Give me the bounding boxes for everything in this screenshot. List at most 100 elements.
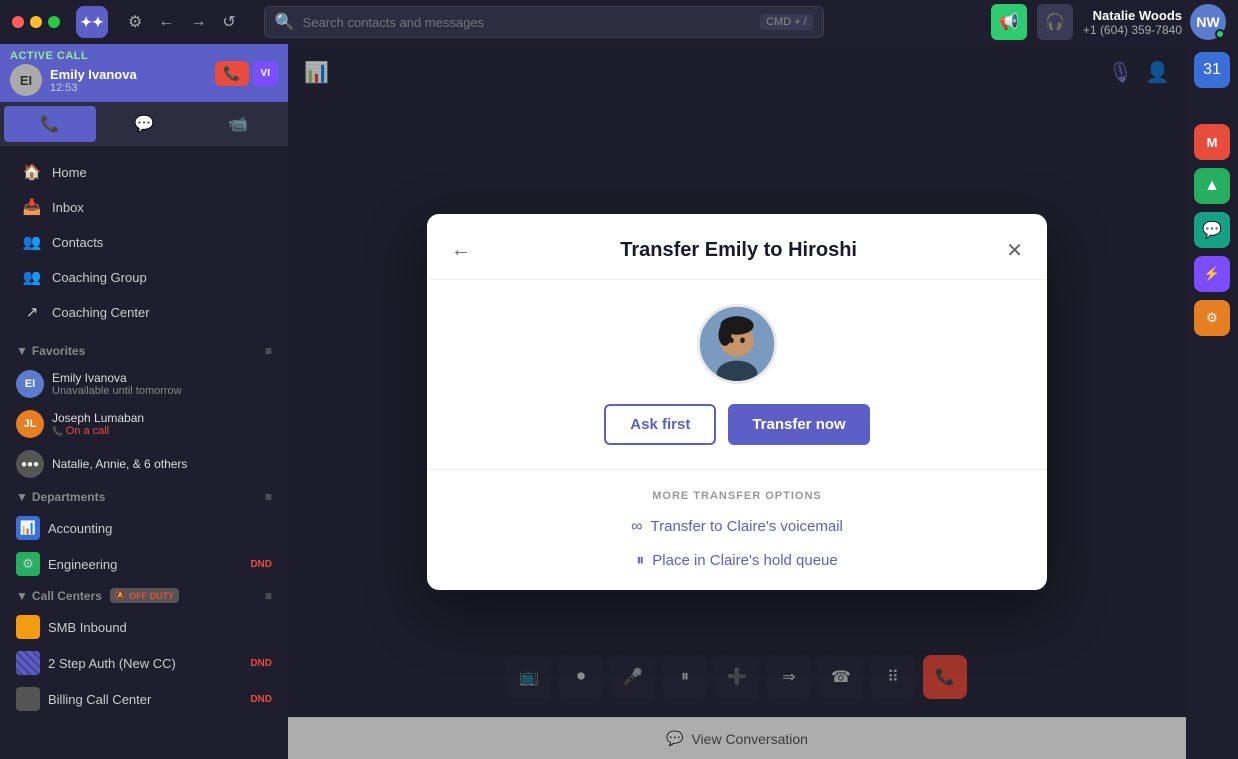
maximize-button[interactable]: [48, 16, 60, 28]
call-tab-video[interactable]: 📹: [192, 106, 284, 142]
settings-button[interactable]: ⚙: [124, 8, 146, 36]
minimize-button[interactable]: [30, 16, 42, 28]
favorites-label: Favorites: [32, 344, 85, 358]
user-info: Natalie Woods +1 (604) 359-7840 NW: [1083, 4, 1226, 40]
hold-queue-option[interactable]: ⏸ Place in Claire's hold queue: [636, 552, 838, 570]
app-logo: ✦✦: [76, 6, 108, 38]
cc-billing[interactable]: Billing Call Center DND: [0, 681, 288, 717]
favorite-emily[interactable]: EI Emily Ivanova Unavailable until tomor…: [0, 364, 288, 404]
transfer-voicemail-option[interactable]: ∞ Transfer to Claire's voicemail: [631, 518, 843, 536]
billing-dnd: DND: [250, 694, 272, 705]
nav-contacts[interactable]: 👥 Contacts: [6, 225, 282, 259]
joseph-avatar: JL: [16, 410, 44, 438]
departments-header[interactable]: ▼ Departments ≡: [0, 484, 288, 510]
dept-engineering[interactable]: ⚙ Engineering DND: [0, 546, 288, 582]
end-call-button[interactable]: 📞: [215, 61, 248, 86]
departments-edit-icon[interactable]: ≡: [265, 490, 272, 504]
ask-first-button[interactable]: Ask first: [604, 404, 716, 445]
active-call-banner: Active Call EI Emily Ivanova 12:53 📞 VI: [0, 44, 288, 102]
inbox-icon: 📥: [22, 198, 42, 216]
call-centers-status: OFF DUTY: [129, 591, 174, 601]
zendesk-icon[interactable]: ⚡: [1194, 256, 1230, 292]
cc-2step[interactable]: 2 Step Auth (New CC) DND: [0, 645, 288, 681]
call-actions: 📞 VI: [215, 61, 278, 86]
traffic-lights: [12, 16, 60, 28]
emily-status: Unavailable until tomorrow: [52, 385, 272, 397]
voicemail-label: Transfer to Claire's voicemail: [651, 518, 843, 535]
transfer-now-button[interactable]: Transfer now: [728, 404, 869, 445]
active-call-label: Active Call: [10, 50, 137, 62]
modal-overlay: ← Transfer Emily to Hiroshi ✕: [288, 44, 1186, 759]
search-bar[interactable]: 🔍 CMD + /: [264, 6, 824, 38]
coaching-group-icon: 👥: [22, 268, 42, 286]
modal-close-button[interactable]: ✕: [1006, 238, 1023, 263]
call-tab-chat[interactable]: 💬: [98, 106, 190, 142]
back-button[interactable]: ←: [154, 9, 178, 35]
call-tab-phone[interactable]: 📞: [4, 106, 96, 142]
hold-label: Place in Claire's hold queue: [652, 552, 837, 569]
search-icon: 🔍: [275, 12, 295, 32]
favorites-edit-icon[interactable]: ≡: [265, 344, 272, 358]
header-right: 📢 🎧 Natalie Woods +1 (604) 359-7840 NW: [991, 4, 1226, 40]
2step-label: 2 Step Auth (New CC): [48, 656, 176, 671]
modal-more-options: MORE TRANSFER OPTIONS ∞ Transfer to Clai…: [427, 469, 1047, 590]
contacts-icon: 👥: [22, 233, 42, 251]
emily-info: Emily Ivanova Unavailable until tomorrow: [52, 371, 272, 397]
chat-icon[interactable]: 💬: [1194, 212, 1230, 248]
favorite-multi[interactable]: ●●● Natalie, Annie, & 6 others: [0, 444, 288, 484]
hold-icon: ⏸: [636, 552, 644, 570]
vi-button[interactable]: VI: [253, 61, 278, 86]
right-sidebar: 31 M ▲ 💬 ⚡ ⚙: [1186, 44, 1238, 759]
emily-name: Emily Ivanova: [52, 371, 272, 385]
hiroshi-avatar: [697, 304, 777, 384]
2step-dnd: DND: [250, 658, 272, 669]
cc-smb[interactable]: SMB Inbound: [0, 609, 288, 645]
close-button[interactable]: [12, 16, 24, 28]
online-badge: [1215, 29, 1225, 39]
user-name: Natalie Woods: [1083, 8, 1182, 23]
modal-actions: Ask first Transfer now: [604, 404, 869, 445]
sidebar: Active Call EI Emily Ivanova 12:53 📞 VI …: [0, 44, 288, 759]
megaphone-button[interactable]: 📢: [991, 4, 1027, 40]
calendar-icon[interactable]: 31: [1194, 52, 1230, 88]
modal-header: ← Transfer Emily to Hiroshi ✕: [427, 214, 1047, 280]
title-bar: ✦✦ ⚙ ← → ↺ 🔍 CMD + / 📢 🎧 Natalie Woods +…: [0, 0, 1238, 44]
call-tabs: 📞 💬 📹: [0, 102, 288, 146]
modal-title: Transfer Emily to Hiroshi: [471, 239, 1006, 262]
modal-body: Ask first Transfer now: [427, 280, 1047, 469]
nav-coaching-center[interactable]: ↗ Coaching Center: [6, 295, 282, 329]
multi-avatar: ●●●: [16, 450, 44, 478]
engineering-icon: ⚙: [16, 552, 40, 576]
headset-button[interactable]: 🎧: [1037, 4, 1073, 40]
favorites-header[interactable]: ▼ Favorites ≡: [0, 338, 288, 364]
joseph-info: Joseph Lumaban On a call: [52, 411, 272, 437]
caller-avatar: EI: [10, 64, 42, 96]
gmail-icon[interactable]: M: [1194, 124, 1230, 160]
avatar[interactable]: NW: [1190, 4, 1226, 40]
search-input[interactable]: [303, 15, 752, 30]
refresh-button[interactable]: ↺: [218, 8, 239, 36]
nav-home[interactable]: 🏠 Home: [6, 155, 282, 189]
nav-coaching-group[interactable]: 👥 Coaching Group: [6, 260, 282, 294]
nav-inbox[interactable]: 📥 Inbox: [6, 190, 282, 224]
departments-chevron: ▼: [16, 490, 28, 504]
billing-label: Billing Call Center: [48, 692, 151, 707]
accounting-icon: 📊: [16, 516, 40, 540]
search-shortcut: CMD + /: [760, 14, 813, 30]
modal-back-button[interactable]: ←: [451, 239, 471, 262]
dept-accounting[interactable]: 📊 Accounting: [0, 510, 288, 546]
nav-section: 🏠 Home 📥 Inbox 👥 Contacts 👥 Coaching Gro…: [0, 146, 288, 338]
caller-name: Emily Ivanova: [50, 67, 137, 82]
hubspot-icon[interactable]: ⚙: [1194, 300, 1230, 336]
call-centers-edit-icon[interactable]: ≡: [265, 589, 272, 603]
joseph-name: Joseph Lumaban: [52, 411, 272, 425]
main-layout: Active Call EI Emily Ivanova 12:53 📞 VI …: [0, 44, 1238, 759]
drive-icon[interactable]: ▲: [1194, 168, 1230, 204]
joseph-status: On a call: [52, 425, 272, 437]
call-centers-header[interactable]: ▼ Call Centers 🔕 OFF DUTY ≡: [0, 582, 288, 609]
nav-coaching-group-label: Coaching Group: [52, 270, 147, 285]
billing-icon: [16, 687, 40, 711]
nav-coaching-center-label: Coaching Center: [52, 305, 150, 320]
forward-button[interactable]: →: [186, 9, 210, 35]
favorite-joseph[interactable]: JL Joseph Lumaban On a call: [0, 404, 288, 444]
